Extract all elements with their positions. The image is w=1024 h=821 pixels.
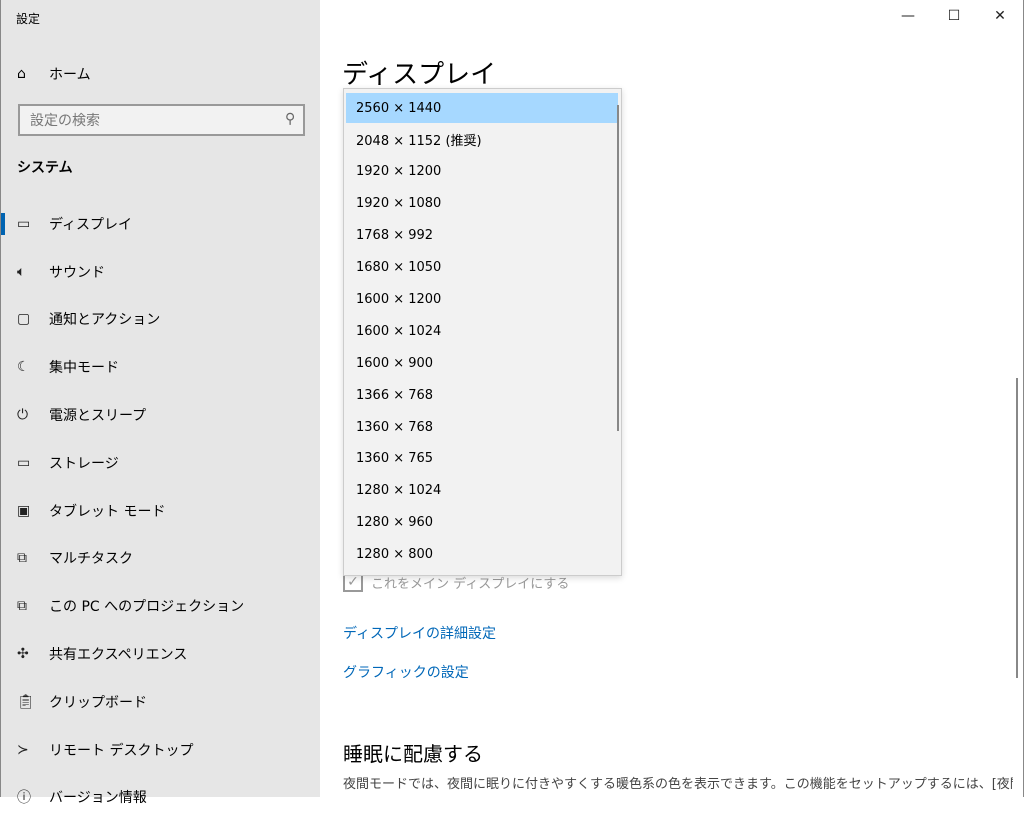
search-icon[interactable]: ⚲	[285, 111, 295, 127]
sidebar-item-5[interactable]: ▭ ストレージ	[1, 439, 321, 487]
power-icon: ⏻	[17, 407, 29, 424]
sidebar-item-label: マルチタスク	[49, 551, 133, 568]
close-button[interactable]: ✕	[977, 0, 1023, 32]
notification-icon: ▢	[17, 311, 31, 328]
advanced-display-link[interactable]: ディスプレイの詳細設定	[343, 623, 496, 643]
resolution-option[interactable]: 1920 × 1200	[346, 157, 618, 187]
remote-desktop-icon: ≻	[17, 741, 29, 758]
resolution-option[interactable]: 2560 × 1440	[346, 93, 618, 123]
sidebar-item-label: 電源とスリープ	[49, 408, 147, 425]
multitask-icon: ⧉	[17, 550, 27, 567]
sidebar-item-7[interactable]: ⧉ マルチタスク	[1, 535, 321, 583]
sidebar-item-label: ディスプレイ	[49, 216, 133, 233]
sidebar-item-11[interactable]: ≻ リモート デスクトップ	[1, 726, 321, 774]
share-icon: ✣	[17, 646, 29, 663]
resolution-option[interactable]: 1280 × 960	[346, 508, 618, 538]
sidebar: 設定 ⌂ ホーム 設定の検索 ⚲ システム ▭ ディスプレイ 🔈︎ サウンド ▢ 通知とア…	[0, 0, 320, 806]
moon-icon: ☾	[17, 359, 30, 376]
nav-home-label: ホーム	[49, 67, 91, 83]
resolution-option[interactable]: 1360 × 765	[346, 444, 618, 474]
graphics-settings-link[interactable]: グラフィックの設定	[343, 662, 469, 682]
sidebar-item-6[interactable]: ▣ タブレット モード	[1, 487, 321, 535]
resolution-option[interactable]: 1360 × 768	[346, 412, 618, 442]
dropdown-scrollbar[interactable]	[617, 105, 619, 431]
sidebar-item-3[interactable]: ☾ 集中モード	[1, 343, 321, 391]
home-icon: ⌂	[17, 66, 26, 82]
resolution-option[interactable]: 1280 × 800	[346, 540, 618, 570]
resolution-option[interactable]: 1366 × 768	[346, 380, 618, 410]
sidebar-item-label: 集中モード	[49, 360, 119, 377]
clipboard-icon: 📋︎	[17, 693, 35, 710]
section-heading: システム	[17, 160, 73, 176]
page-title: ディスプレイ	[342, 60, 497, 90]
sidebar-item-label: リモート デスクトップ	[49, 742, 194, 759]
tablet-icon: ▣	[17, 502, 31, 519]
speaker-icon: 🔈︎	[17, 263, 26, 280]
sidebar-item-8[interactable]: ⧉ この PC へのプロジェクション	[1, 582, 321, 630]
resolution-option[interactable]: 1680 × 1050	[346, 253, 618, 283]
resolution-option[interactable]: 1600 × 1200	[346, 284, 618, 314]
resolution-dropdown-list[interactable]: 1280 × 800 1280 × 960 1280 × 1024 1360 × 76…	[343, 88, 622, 576]
resolution-option[interactable]: 1600 × 1024	[346, 316, 618, 346]
window-controls: — ☐ ✕	[885, 0, 1023, 32]
sidebar-item-1[interactable]: 🔈︎ サウンド	[1, 248, 321, 296]
sidebar-item-label: バージョン情報	[49, 790, 147, 807]
storage-icon: ▭	[17, 454, 31, 471]
search-placeholder: 設定の検索	[30, 113, 100, 129]
sidebar-item-label: 共有エクスペリエンス	[49, 647, 188, 664]
sidebar-item-label: クリップボード	[49, 694, 147, 711]
nav-list: ▭ ディスプレイ 🔈︎ サウンド ▢ 通知とアクション ☾ 集中モード ⏻ 電源とスリープ ▭ ストレ…	[1, 200, 321, 821]
resolution-option[interactable]: 1600 × 900	[346, 348, 618, 378]
projection-icon: ⧉	[17, 598, 27, 615]
sidebar-item-label: サウンド	[49, 264, 105, 281]
main-content: — ☐ ✕ ディスプレイ ✓ これをメイン ディスプレイにする ディスプレイの詳…	[320, 0, 1024, 797]
nav-home[interactable]: ⌂ ホーム	[17, 64, 91, 84]
minimize-button[interactable]: —	[885, 0, 931, 32]
resolution-option[interactable]: 1768 × 992	[346, 221, 618, 251]
search-input[interactable]: 設定の検索 ⚲	[18, 104, 305, 136]
info-icon: ⓘ	[17, 790, 31, 807]
sleep-heading: 睡眠に配慮する	[343, 742, 483, 766]
app-title: 設定	[16, 12, 41, 26]
resolution-option[interactable]: 1920 × 1080	[346, 189, 618, 219]
resolution-option[interactable]: 2048 × 1152 (推奨)	[346, 125, 618, 155]
sidebar-item-12[interactable]: ⓘ バージョン情報	[1, 774, 321, 821]
maximize-button[interactable]: ☐	[931, 0, 977, 32]
sidebar-item-label: タブレット モード	[49, 503, 166, 520]
sidebar-item-9[interactable]: ✣ 共有エクスペリエンス	[1, 630, 321, 678]
sidebar-item-2[interactable]: ▢ 通知とアクション	[1, 296, 321, 344]
sidebar-item-label: 通知とアクション	[49, 312, 161, 329]
page-scrollbar[interactable]	[1016, 378, 1018, 678]
sidebar-item-label: この PC へのプロジェクション	[49, 599, 245, 616]
sidebar-item-label: ストレージ	[49, 455, 119, 472]
sidebar-item-0[interactable]: ▭ ディスプレイ	[1, 200, 321, 248]
sidebar-item-4[interactable]: ⏻ 電源とスリープ	[1, 391, 321, 439]
monitor-icon: ▭	[17, 215, 31, 232]
sleep-description: 夜間モードでは、夜間に眠りに付きやすくする暖色系の色を表示できます。この機能をセ…	[343, 777, 1013, 792]
resolution-option[interactable]: 1280 × 1024	[346, 476, 618, 506]
sidebar-item-10[interactable]: 📋︎ クリップボード	[1, 678, 321, 726]
